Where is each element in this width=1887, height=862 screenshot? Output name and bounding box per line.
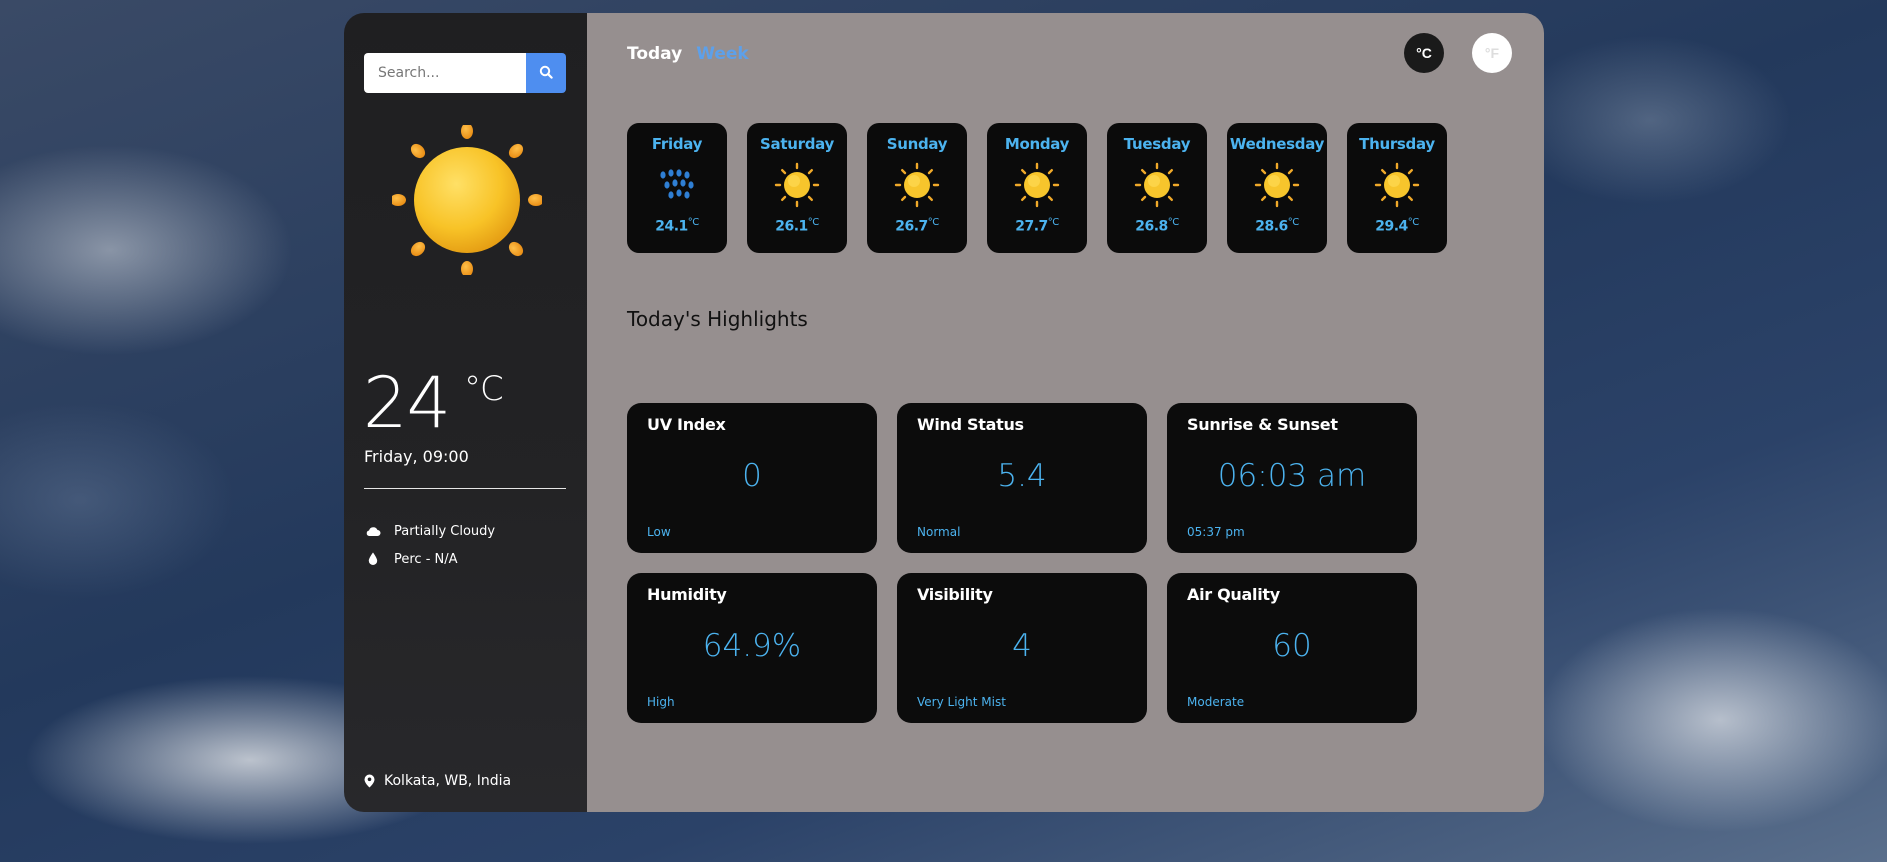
forecast-temp-value: 29.4 [1375, 218, 1408, 235]
forecast-day-name: Saturday [760, 135, 834, 153]
condition-text: Partially Cloudy [394, 523, 496, 539]
forecast-temp-value: 26.7 [895, 218, 928, 235]
highlight-card: UV Index 0 Low [627, 403, 877, 553]
tab-today[interactable]: Today [627, 44, 682, 64]
sun-icon [1013, 161, 1061, 209]
forecast-day-name: Friday [651, 135, 703, 153]
search-input[interactable] [364, 53, 526, 93]
highlight-card: Humidity 64.9% High [627, 573, 877, 723]
rain-icon [653, 161, 701, 209]
highlight-label: Visibility [917, 585, 993, 604]
forecast-temp-unit: °C [807, 217, 819, 228]
tab-week[interactable]: Week [696, 44, 749, 64]
forecast-day-name: Monday [1004, 135, 1070, 153]
forecast-temp-unit: °C [1407, 217, 1419, 228]
forecast-temp-unit: °C [687, 217, 699, 228]
divider [364, 488, 566, 489]
highlight-card: Sunrise & Sunset 06:03 am 05:37 pm [1167, 403, 1417, 553]
forecast-day-temp: 29.4°C [1375, 217, 1419, 235]
forecast-temp-value: 27.7 [1015, 218, 1048, 235]
view-tabs: Today Week [627, 44, 749, 64]
forecast-day-card: Wednesday 28.6°C [1227, 123, 1327, 253]
highlights-grid: UV Index 0 Low Wind Status 5.4 Normal Sunrise … [627, 403, 1417, 723]
sun-icon [1253, 161, 1301, 209]
forecast-temp-value: 28.6 [1255, 218, 1288, 235]
highlight-value: 0 [742, 458, 762, 494]
highlight-value: 06:03 am [1217, 458, 1367, 494]
search-icon [539, 65, 553, 82]
forecast-day-card: Tuesday 26.8°C [1107, 123, 1207, 253]
highlight-status: High [647, 695, 675, 709]
temperature-unit: °C [464, 369, 504, 409]
search-bar [364, 53, 566, 93]
droplet-icon [364, 551, 382, 567]
current-day-time: Friday, 09:00 [364, 447, 469, 466]
forecast-day-card: Thursday 29.4°C [1347, 123, 1447, 253]
main-panel: Today Week °C °F Friday 24.1°C Saturday 26.… [587, 13, 1544, 812]
location-text: Kolkata, WB, India [384, 773, 512, 789]
highlight-status: Very Light Mist [917, 695, 1006, 709]
forecast-temp-unit: °C [1047, 217, 1059, 228]
sun-icon [390, 123, 544, 277]
forecast-day-card: Saturday 26.1°C [747, 123, 847, 253]
condition-row: Partially Cloudy [364, 523, 495, 539]
map-pin-icon [364, 774, 376, 788]
precipitation-text: Perc - N/A [394, 551, 458, 567]
forecast-day-card: Sunday 26.7°C [867, 123, 967, 253]
highlight-card: Visibility 4 Very Light Mist [897, 573, 1147, 723]
highlight-label: Humidity [647, 585, 727, 604]
forecast-day-temp: 28.6°C [1255, 217, 1299, 235]
forecast-temp-value: 26.8 [1135, 218, 1168, 235]
highlight-label: UV Index [647, 415, 726, 434]
forecast-day-name: Tuesday [1123, 135, 1191, 153]
highlight-status: Moderate [1187, 695, 1245, 709]
forecast-day-temp: 26.1°C [775, 217, 819, 235]
highlight-status: 05:37 pm [1187, 525, 1245, 539]
current-temperature: 24 °C [363, 368, 504, 438]
forecast-day-card: Friday 24.1°C [627, 123, 727, 253]
forecast-day-temp: 27.7°C [1015, 217, 1059, 235]
forecast-temp-unit: °C [1167, 217, 1179, 228]
highlight-status: Low [647, 525, 671, 539]
forecast-temp-unit: °C [1287, 217, 1299, 228]
weather-app: 24 °C Friday, 09:00 Partially Cloudy Per… [344, 13, 1544, 812]
search-button[interactable] [526, 53, 566, 93]
highlight-value: 4 [1012, 628, 1032, 664]
sun-icon [893, 161, 941, 209]
highlight-label: Wind Status [917, 415, 1024, 434]
highlight-status: Normal [917, 525, 961, 539]
forecast-day-name: Sunday [886, 135, 948, 153]
highlights-title: Today's Highlights [627, 307, 808, 331]
highlight-value: 60 [1272, 628, 1312, 664]
precipitation-row: Perc - N/A [364, 551, 458, 567]
sun-icon [1133, 161, 1181, 209]
forecast-temp-value: 24.1 [655, 218, 688, 235]
highlight-label: Sunrise & Sunset [1187, 415, 1338, 434]
highlight-value: 5.4 [997, 458, 1047, 494]
highlight-value: 64.9% [702, 628, 802, 664]
sun-icon [773, 161, 821, 209]
temperature-value: 24 [363, 362, 451, 444]
highlight-card: Air Quality 60 Moderate [1167, 573, 1417, 723]
sidebar: 24 °C Friday, 09:00 Partially Cloudy Per… [344, 13, 587, 812]
forecast-day-temp: 26.8°C [1135, 217, 1179, 235]
forecast-day-temp: 24.1°C [655, 217, 699, 235]
forecast-day-name: Thursday [1359, 135, 1435, 153]
celsius-button[interactable]: °C [1404, 33, 1444, 73]
fahrenheit-button[interactable]: °F [1472, 33, 1512, 73]
location: Kolkata, WB, India [364, 773, 511, 789]
forecast-day-temp: 26.7°C [895, 217, 939, 235]
sun-icon [1373, 161, 1421, 209]
forecast-temp-value: 26.1 [775, 218, 808, 235]
forecast-day-card: Monday 27.7°C [987, 123, 1087, 253]
highlight-card: Wind Status 5.4 Normal [897, 403, 1147, 553]
forecast-temp-unit: °C [927, 217, 939, 228]
cloud-icon [364, 523, 382, 539]
weekly-forecast: Friday 24.1°C Saturday 26.1°C Sunday 26.7°C Mo… [627, 123, 1447, 253]
forecast-day-name: Wednesday [1229, 135, 1325, 153]
highlight-label: Air Quality [1187, 585, 1280, 604]
